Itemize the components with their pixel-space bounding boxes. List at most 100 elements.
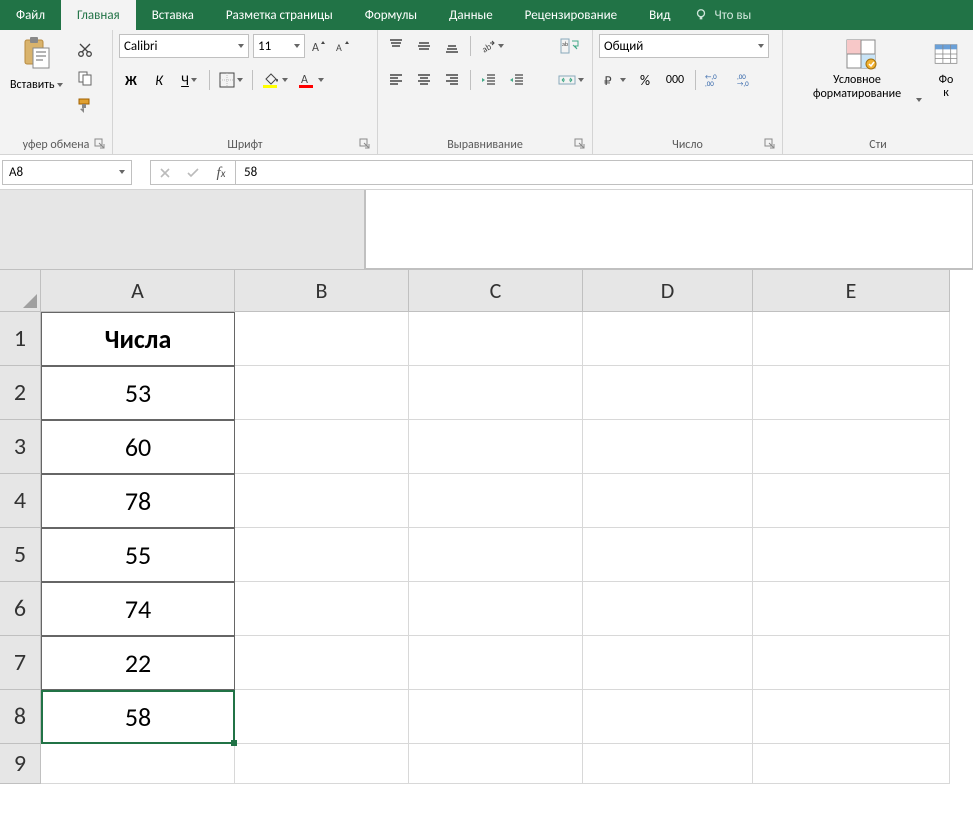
cell-a1[interactable]: Числа [41,312,235,366]
align-middle-button[interactable] [412,34,436,58]
cell-a5[interactable]: 55 [41,528,235,582]
cell-a7[interactable]: 22 [41,636,235,690]
wrap-text-button[interactable]: ab [556,34,584,58]
cell-e1[interactable] [753,312,950,366]
cell-a4[interactable]: 78 [41,474,235,528]
copy-button[interactable] [73,66,97,90]
cell-d6[interactable] [583,582,753,636]
insert-function-button[interactable]: fx [207,161,235,186]
cell-d7[interactable] [583,636,753,690]
cell-a6[interactable]: 74 [41,582,235,636]
cell-a9[interactable] [41,744,235,784]
row-header-5[interactable]: 5 [0,528,41,582]
align-left-button[interactable] [384,68,408,92]
underline-button[interactable]: Ч [175,68,203,92]
merge-center-button[interactable] [556,68,586,92]
tab-view[interactable]: Вид [633,0,686,30]
select-all-cell[interactable] [0,270,41,312]
cell-e5[interactable] [753,528,950,582]
orientation-button[interactable]: ab [477,34,507,58]
cell-d1[interactable] [583,312,753,366]
percent-button[interactable]: % [633,68,657,92]
fill-color-button[interactable] [259,68,291,92]
row-header-7[interactable]: 7 [0,636,41,690]
column-header-c[interactable]: C [409,270,583,312]
cell-a8[interactable]: 58 [41,690,235,744]
cell-c2[interactable] [409,366,583,420]
dialog-launcher-icon[interactable] [94,138,106,150]
cell-e2[interactable] [753,366,950,420]
cell-a3[interactable]: 60 [41,420,235,474]
font-name-combo[interactable]: Calibri [119,34,249,58]
cell-c4[interactable] [409,474,583,528]
tab-page-layout[interactable]: Разметка страницы [210,0,349,30]
cell-b6[interactable] [235,582,409,636]
column-header-a[interactable]: A [41,270,235,312]
cell-b8[interactable] [235,690,409,744]
tab-insert[interactable]: Вставка [136,0,210,30]
conditional-formatting-button[interactable]: Условное форматирование [796,34,926,104]
decrease-font-button[interactable]: A [333,34,353,58]
cell-b9[interactable] [235,744,409,784]
row-header-6[interactable]: 6 [0,582,41,636]
dialog-launcher-icon[interactable] [359,138,371,150]
format-as-table-button[interactable]: Фо к [932,34,960,102]
font-size-combo[interactable]: 11 [253,34,305,58]
row-header-3[interactable]: 3 [0,420,41,474]
comma-style-button[interactable]: 000 [661,68,689,92]
cell-e4[interactable] [753,474,950,528]
increase-indent-button[interactable] [505,68,529,92]
bold-button[interactable]: Ж [119,68,143,92]
cell-e8[interactable] [753,690,950,744]
italic-button[interactable]: К [147,68,171,92]
align-top-button[interactable] [384,34,408,58]
decrease-decimal-button[interactable]: ,00→,0 [734,68,762,92]
cell-e3[interactable] [753,420,950,474]
cell-d3[interactable] [583,420,753,474]
cut-button[interactable] [73,38,97,62]
tab-formulas[interactable]: Формулы [349,0,433,30]
cell-d9[interactable] [583,744,753,784]
font-color-button[interactable]: A [295,68,327,92]
cell-b4[interactable] [235,474,409,528]
cell-b7[interactable] [235,636,409,690]
enter-formula-button[interactable] [179,161,207,186]
cell-b5[interactable] [235,528,409,582]
formula-input[interactable]: 58 [236,160,973,185]
accounting-format-button[interactable]: ₽ [599,68,629,92]
row-header-9[interactable]: 9 [0,744,41,784]
tab-file[interactable]: Файл [0,0,61,30]
cell-d4[interactable] [583,474,753,528]
column-header-b[interactable]: B [235,270,409,312]
cell-c9[interactable] [409,744,583,784]
cell-c1[interactable] [409,312,583,366]
cell-c8[interactable] [409,690,583,744]
row-header-4[interactable]: 4 [0,474,41,528]
name-box[interactable]: A8 [2,160,132,185]
cell-d2[interactable] [583,366,753,420]
cell-b2[interactable] [235,366,409,420]
tab-review[interactable]: Рецензирование [509,0,633,30]
cell-c5[interactable] [409,528,583,582]
cell-c7[interactable] [409,636,583,690]
number-format-combo[interactable]: Общий [599,34,769,58]
cell-e9[interactable] [753,744,950,784]
align-center-button[interactable] [412,68,436,92]
tell-me-search[interactable]: Что вы [686,0,759,30]
row-header-8[interactable]: 8 [0,690,41,744]
column-header-e[interactable]: E [753,270,950,312]
row-header-2[interactable]: 2 [0,366,41,420]
cell-e7[interactable] [753,636,950,690]
cell-d5[interactable] [583,528,753,582]
format-painter-button[interactable] [73,94,99,118]
column-header-d[interactable]: D [583,270,753,312]
cell-b1[interactable] [235,312,409,366]
tab-data[interactable]: Данные [433,0,509,30]
dialog-launcher-icon[interactable] [574,138,586,150]
cell-b3[interactable] [235,420,409,474]
decrease-indent-button[interactable] [477,68,501,92]
tab-home[interactable]: Главная [61,0,136,30]
paste-button[interactable]: Вставить [6,34,67,94]
align-right-button[interactable] [440,68,464,92]
row-header-1[interactable]: 1 [0,312,41,366]
